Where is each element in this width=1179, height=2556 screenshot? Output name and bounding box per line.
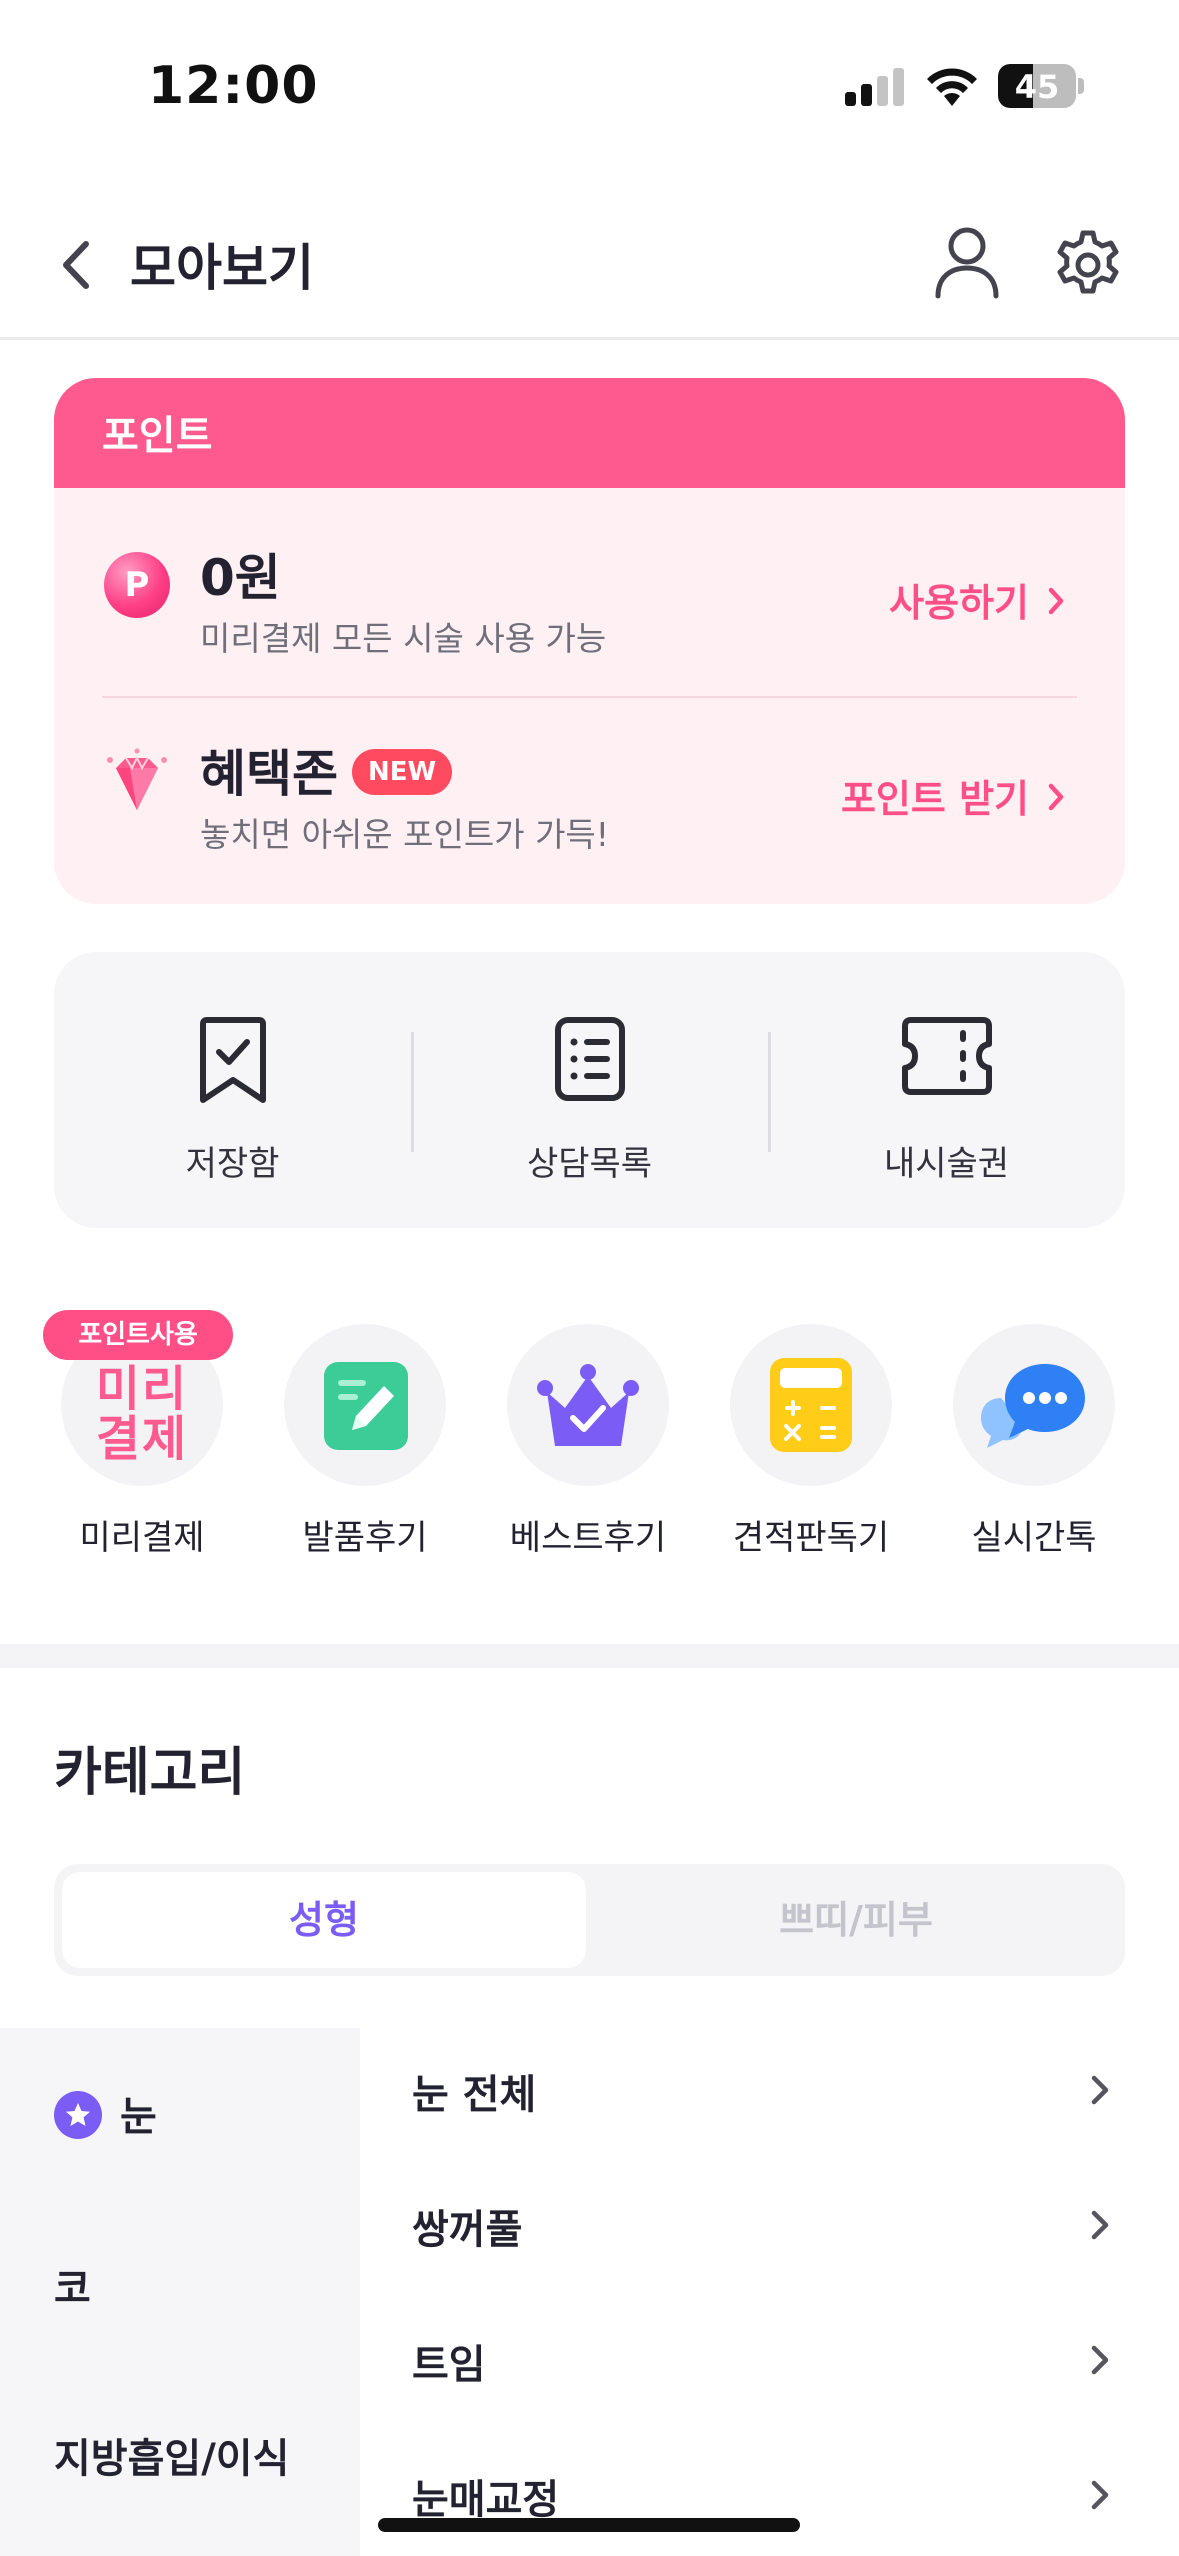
settings-gear-icon[interactable]: [1050, 224, 1126, 300]
chevron-right-icon: [1047, 581, 1065, 625]
service-prepay[interactable]: 포인트사용 미리 결제 미리결제: [43, 1310, 233, 1559]
service-estimate[interactable]: 견적판독기: [721, 1324, 901, 1559]
benefit-zone-row[interactable]: 혜택존 NEW 놓치면 아쉬운 포인트가 가득! 포인트 받기: [54, 684, 1125, 874]
p-coin-icon: P: [104, 552, 170, 618]
status-bar: 12:00 45: [0, 0, 1179, 170]
service-best-review-label: 베스트후기: [509, 1518, 667, 1558]
service-review-label: 발품후기: [302, 1518, 428, 1558]
point-card: 포인트 P 0원 미리결제 모든 시술 사용 가능 사용하기 혜택존 NEW 놓치…: [54, 378, 1125, 904]
cellular-signal-icon: [845, 66, 905, 106]
gem-icon: [107, 748, 167, 810]
quick-menu: 저장함 상담목록 내시술권: [54, 952, 1125, 1228]
chevron-right-icon: [1091, 2345, 1109, 2375]
get-points-link[interactable]: 포인트 받기: [841, 768, 1065, 823]
sidebar-item-eye[interactable]: 눈: [54, 2084, 157, 2143]
tab-surgery[interactable]: 성형: [62, 1872, 586, 1968]
category-sidebar: 눈 코 지방흡입/이식: [0, 2028, 360, 2556]
ticket-icon: [901, 1017, 992, 1095]
service-live-chat-label: 실시간톡: [971, 1518, 1097, 1558]
quick-saved[interactable]: 저장함: [54, 952, 411, 1228]
back-icon[interactable]: [50, 230, 100, 300]
battery-icon: 45: [998, 64, 1076, 108]
service-review[interactable]: 발품후기: [275, 1324, 455, 1559]
quick-saved-label: 저장함: [185, 1144, 280, 1184]
pencil-note-icon: [324, 1362, 408, 1450]
point-balance: 0원: [200, 549, 281, 607]
point-card-title: 포인트: [54, 378, 1125, 488]
benefit-zone-title: 혜택존: [200, 745, 338, 803]
section-divider: [0, 1644, 1179, 1668]
calculator-icon: [770, 1358, 852, 1452]
chevron-right-icon: [1047, 777, 1065, 821]
list-item[interactable]: 눈 전체: [412, 2040, 1112, 2150]
points-use-badge: 포인트사용: [43, 1310, 233, 1360]
status-time: 12:00: [148, 56, 319, 116]
chevron-right-icon: [1091, 2210, 1109, 2240]
list-item[interactable]: 트임: [412, 2310, 1112, 2420]
chevron-right-icon: [1091, 2075, 1109, 2105]
benefit-zone-desc: 놓치면 아쉬운 포인트가 가득!: [200, 815, 610, 854]
list-item[interactable]: 눈매교정: [412, 2445, 1112, 2555]
list-document-icon: [554, 1017, 625, 1101]
sidebar-item-label: 지방흡입/이식: [54, 2436, 290, 2482]
service-best-review[interactable]: 베스트후기: [498, 1324, 678, 1559]
new-badge: NEW: [352, 748, 453, 795]
list-item[interactable]: 쌍꺼풀: [412, 2175, 1112, 2285]
get-points-label: 포인트 받기: [840, 777, 1029, 821]
category-segment-control: 성형 쁘띠/피부: [54, 1864, 1125, 1976]
service-prepay-label: 미리결제: [79, 1518, 205, 1558]
crown-icon: [537, 1364, 639, 1446]
service-live-chat[interactable]: 실시간톡: [944, 1324, 1124, 1559]
bookmark-icon: [199, 1017, 266, 1103]
sidebar-item-liposuction[interactable]: 지방흡입/이식: [54, 2426, 289, 2484]
tab-petit-skin[interactable]: 쁘띠/피부: [594, 1872, 1118, 1968]
sidebar-item-label: 눈: [120, 2094, 157, 2140]
service-estimate-label: 견적판독기: [732, 1518, 890, 1558]
profile-icon[interactable]: [932, 224, 1002, 300]
list-item-label: 눈매교정: [412, 2477, 560, 2523]
point-balance-row[interactable]: P 0원 미리결제 모든 시술 사용 가능 사용하기: [54, 488, 1125, 678]
sidebar-item-nose[interactable]: 코: [54, 2256, 91, 2314]
home-indicator: [378, 2518, 800, 2532]
list-item-label: 눈 전체: [412, 2072, 537, 2118]
quick-consult-list-label: 상담목록: [526, 1144, 653, 1184]
star-icon: [54, 2091, 102, 2139]
wifi-icon: [927, 68, 977, 106]
chevron-right-icon: [1091, 2480, 1109, 2510]
page-title: 모아보기: [130, 239, 314, 297]
battery-level: 45: [1014, 68, 1060, 106]
sidebar-item-label: 코: [54, 2266, 91, 2312]
quick-consult-list[interactable]: 상담목록: [411, 952, 768, 1228]
chat-bubble-icon: [981, 1364, 1085, 1448]
use-points-link[interactable]: 사용하기: [889, 572, 1065, 627]
use-points-label: 사용하기: [889, 581, 1029, 625]
header: 모아보기: [0, 190, 1179, 340]
point-balance-desc: 미리결제 모든 시술 사용 가능: [200, 619, 607, 658]
quick-my-tickets[interactable]: 내시술권: [768, 952, 1125, 1228]
category-title: 카테고리: [54, 1743, 246, 1803]
list-item-label: 쌍꺼풀: [412, 2207, 523, 2253]
list-item-label: 트임: [412, 2342, 486, 2388]
prepay-icon: 미리 결제: [95, 1361, 189, 1467]
quick-my-tickets-label: 내시술권: [883, 1144, 1010, 1184]
